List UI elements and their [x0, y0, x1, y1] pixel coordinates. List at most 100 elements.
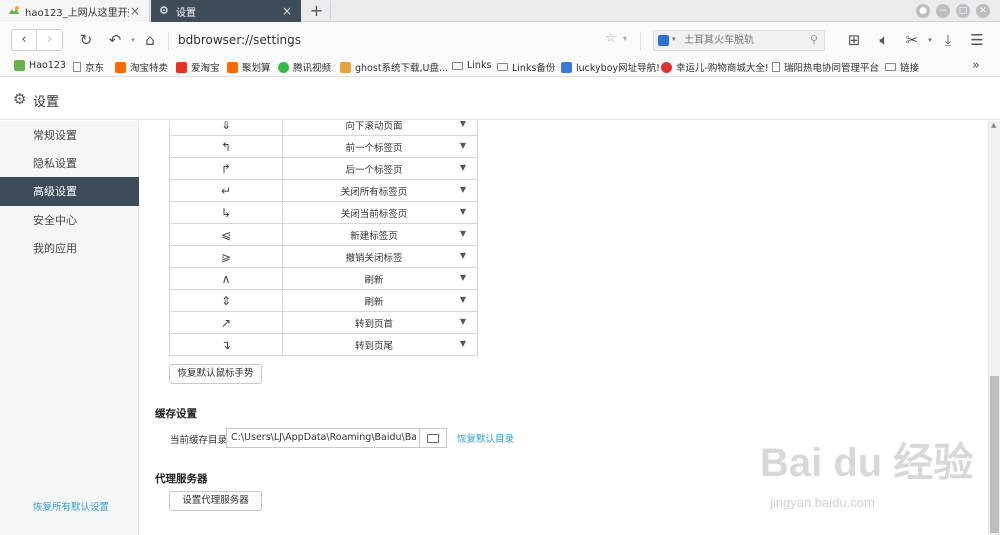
chevron-down-icon[interactable]: ▾	[672, 35, 676, 43]
apps-icon[interactable]: ⊞	[844, 31, 864, 49]
lucky-icon	[661, 61, 672, 73]
gesture-row: ∧ 刷新 ▼	[169, 267, 478, 290]
bookmark-item[interactable]: luckyboy网址导航!	[561, 60, 660, 74]
chevron-down-icon[interactable]: ▼	[460, 251, 466, 260]
bookmark-item[interactable]: 腾讯视频	[278, 60, 331, 74]
ghost-icon	[340, 61, 351, 73]
tab-close-icon[interactable]: ×	[129, 4, 141, 18]
browse-folder-button[interactable]	[419, 429, 446, 447]
bookmark-item[interactable]: ghost系统下载,U盘...	[340, 60, 448, 74]
sidebar-item-general[interactable]: 常规设置	[0, 121, 139, 150]
search-input[interactable]	[684, 33, 804, 48]
undo-dropdown-icon[interactable]: ▾	[124, 31, 142, 49]
chevron-down-icon[interactable]: ▼	[460, 185, 466, 194]
chevron-down-icon[interactable]: ▼	[460, 207, 466, 216]
restore-all-defaults-link[interactable]: 恢复所有默认设置	[33, 499, 109, 513]
chevron-down-icon[interactable]: ▼	[460, 317, 466, 326]
folder-icon	[452, 61, 463, 70]
page-icon	[73, 62, 81, 72]
settings-main: ⇓ 向下滚动页面 ▼ ↰ 前一个标签页 ▼ ↱ 后一个标签页 ▼ ↵ 关闭所有标签页 ▼ ↳ 关闭当前标签…	[140, 121, 988, 535]
gesture-action-select[interactable]: 向下滚动页面 ▼	[282, 121, 478, 136]
sidebar-item-my-apps[interactable]: 我的应用	[0, 234, 139, 263]
screenshot-icon[interactable]: ✂	[902, 31, 922, 49]
address-toolbar: ‹ › ↻ ↶ ▾ ⌂ bdbrowser://settings ☆ ▾ ▾ ⚲…	[0, 23, 1000, 57]
new-tab-button[interactable]: +	[303, 1, 331, 21]
gesture-action-label: 新建标签页	[350, 230, 398, 242]
gesture-icon: ↵	[169, 179, 283, 202]
chevron-down-icon[interactable]: ▼	[460, 163, 466, 172]
gesture-action-select[interactable]: 关闭所有标签页 ▼	[282, 179, 478, 202]
tab-close-icon[interactable]: ×	[281, 4, 293, 18]
nav-buttons: ‹ ›	[11, 29, 63, 51]
sidebar-item-security[interactable]: 安全中心	[0, 206, 139, 235]
proxy-heading: 代理服务器	[155, 473, 208, 485]
gesture-action-select[interactable]: 转到页尾 ▼	[282, 333, 478, 356]
restore-gestures-button[interactable]: 恢复默认鼠标手势	[169, 364, 262, 384]
chevron-down-icon[interactable]: ▼	[460, 273, 466, 282]
bookmark-item[interactable]: 幸运儿-购物商城大全!	[661, 60, 769, 74]
search-engine-icon[interactable]	[658, 35, 669, 46]
gesture-icon: ↗	[169, 311, 283, 334]
bookmark-item[interactable]: Links备份	[497, 60, 555, 74]
address-input[interactable]: bdbrowser://settings	[178, 33, 301, 47]
bookmark-item[interactable]: 爱淘宝	[176, 60, 220, 74]
forward-button[interactable]: ›	[37, 30, 62, 50]
chevron-down-icon[interactable]: ▼	[460, 121, 466, 128]
download-icon[interactable]: ⤓	[938, 31, 958, 49]
scrollbar-thumb[interactable]	[990, 376, 999, 533]
chevron-down-icon[interactable]: ▼	[460, 229, 466, 238]
cache-dir-input[interactable]: C:\Users\LJ\AppData\Roaming\Baidu\Baid	[231, 432, 416, 443]
star-icon[interactable]: ☆	[605, 31, 617, 46]
gesture-action-select[interactable]: 转到页首 ▼	[282, 311, 478, 334]
bookmark-item[interactable]: 聚划算	[227, 60, 271, 74]
gesture-action-select[interactable]: 前一个标签页 ▼	[282, 135, 478, 158]
chevron-down-icon[interactable]: ▼	[460, 141, 466, 150]
restore-default-dir-link[interactable]: 恢复默认目录	[457, 431, 514, 445]
gesture-action-label: 转到页尾	[354, 340, 393, 352]
scrollbar[interactable]: ▲	[988, 121, 1000, 535]
gesture-row: ↱ 后一个标签页 ▼	[169, 157, 478, 180]
bookmark-item[interactable]: 京东	[73, 60, 104, 74]
gesture-icon: ∧	[169, 267, 283, 290]
undo-icon[interactable]: ↶	[106, 31, 124, 49]
sidebar-item-privacy[interactable]: 隐私设置	[0, 149, 139, 178]
back-button[interactable]: ‹	[12, 30, 37, 50]
bookmark-item[interactable]: 瑞阳热电协同管理平台	[772, 60, 879, 74]
bookmark-item[interactable]: Hao123	[14, 60, 66, 71]
proxy-settings-button[interactable]: 设置代理服务器	[169, 491, 262, 511]
volume-icon[interactable]: 🔈︎	[874, 31, 894, 49]
search-box: ▾ ⚲	[653, 30, 825, 51]
bookmark-item[interactable]: 链接	[885, 60, 919, 74]
close-window-button[interactable]: ✕	[976, 4, 990, 18]
menu-icon[interactable]: ☰	[967, 31, 987, 49]
minimize-button[interactable]: −	[936, 4, 950, 18]
chevron-down-icon[interactable]: ▼	[460, 339, 466, 348]
gesture-action-select[interactable]: 刷新 ▼	[282, 289, 478, 312]
tab-hao123[interactable]: hao123_上网从这里开始 ×	[0, 0, 150, 22]
chevron-down-icon[interactable]: ▾	[623, 34, 627, 43]
refresh-icon[interactable]: ↻	[77, 31, 95, 49]
tab-settings[interactable]: ⚙ 设置 ×	[151, 0, 301, 22]
chevron-down-icon[interactable]: ▾	[920, 31, 940, 49]
gesture-row: ⇓ 向下滚动页面 ▼	[169, 121, 478, 136]
home-icon[interactable]: ⌂	[141, 31, 159, 49]
bookmark-item[interactable]: 淘宝特卖	[115, 60, 168, 74]
gesture-row: ⩿ 新建标签页 ▼	[169, 223, 478, 246]
sidebar-item-advanced[interactable]: 高级设置	[0, 177, 139, 206]
gesture-action-select[interactable]: 关闭当前标签页 ▼	[282, 201, 478, 224]
chevron-down-icon[interactable]: ▼	[460, 295, 466, 304]
gesture-action-select[interactable]: 新建标签页 ▼	[282, 223, 478, 246]
gesture-action-select[interactable]: 刷新 ▼	[282, 267, 478, 290]
search-icon[interactable]: ⚲	[810, 33, 818, 46]
gesture-action-select[interactable]: 撤销关闭标签 ▼	[282, 245, 478, 268]
page-icon	[772, 62, 780, 72]
tao-icon	[115, 61, 126, 73]
gesture-action-label: 关闭所有标签页	[340, 186, 408, 198]
gesture-action-select[interactable]: 后一个标签页 ▼	[282, 157, 478, 180]
scroll-up-icon[interactable]: ▲	[991, 121, 996, 129]
more-bookmarks-icon[interactable]: »	[972, 58, 980, 73]
bookmark-item[interactable]: Links	[452, 60, 491, 71]
maximize-button[interactable]: □	[956, 4, 970, 18]
skin-icon[interactable]: ●	[916, 4, 930, 18]
gesture-icon: ⇕	[169, 289, 283, 312]
